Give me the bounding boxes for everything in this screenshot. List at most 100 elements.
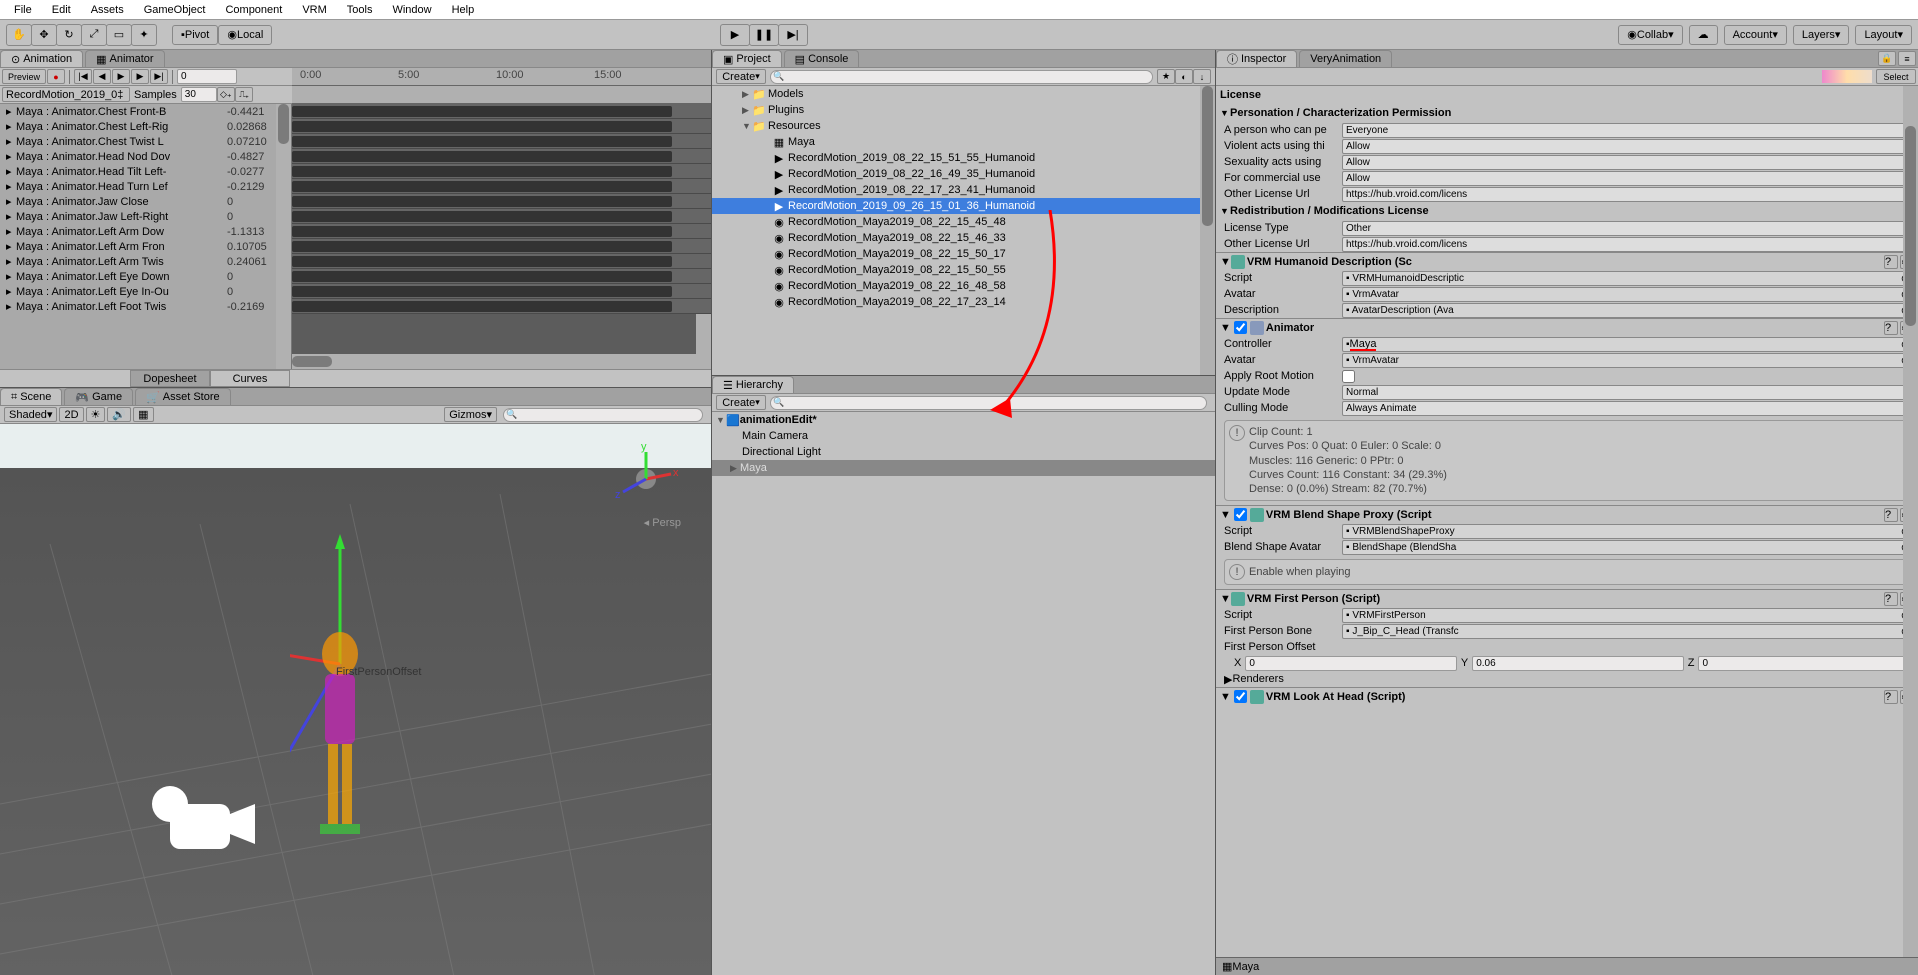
hand-tool[interactable]: ✋ [6,24,32,46]
lighting-toggle[interactable]: ☀ [86,407,106,422]
hier-create-dropdown[interactable]: Create ▾ [716,395,766,410]
hierarchy-tree[interactable]: ▼🟦 animationEdit* Main Camera Directiona… [712,412,1215,824]
offset-x[interactable] [1245,656,1457,671]
menu-assets[interactable]: Assets [81,2,134,18]
project-search[interactable] [770,70,1153,84]
layout-dropdown[interactable]: Layout ▾ [1855,25,1912,45]
prev-frame-button[interactable]: ◀ [93,69,111,84]
layers-dropdown[interactable]: Layers ▾ [1793,25,1850,45]
assetstore-tab[interactable]: 🛒 Asset Store [135,388,231,405]
menu-vrm[interactable]: VRM [292,2,336,18]
label-icon[interactable]: ◐ [1175,69,1193,84]
personation-header[interactable]: ▼Personation / Characterization Permissi… [1216,104,1918,122]
inspector-row[interactable]: Script▪ VRMHumanoidDescriptic⊙ [1216,270,1918,286]
firstperson-component[interactable]: ▼ VRM First Person (Script) ?⚙ [1216,589,1918,607]
inspector-row[interactable]: Other License Urlhttps://hub.vroid.com/l… [1216,236,1918,252]
inspector-row[interactable]: A person who can peEveryone [1216,122,1918,138]
inspector-row[interactable]: Avatar▪ VrmAvatar⊙ [1216,286,1918,302]
step-button[interactable]: ▶| [778,24,808,46]
anim-property[interactable]: ▸Maya : Animator.Chest Front-B-0.4421◇ [0,104,291,119]
blendshape-enable[interactable] [1234,508,1247,521]
animator-component[interactable]: ▼ Animator ?⚙ [1216,318,1918,336]
menu-window[interactable]: Window [382,2,441,18]
help-icon[interactable]: ? [1884,690,1898,704]
preview-button[interactable]: Preview [2,69,46,84]
dopesheet-tab[interactable]: Dopesheet [130,370,210,387]
timeline-ruler[interactable]: 0:005:0010:0015:00 [292,68,711,86]
scrollbar[interactable] [276,104,291,369]
inspector-tab[interactable]: ⓘ Inspector [1216,50,1297,67]
blendshape-component[interactable]: ▼ VRM Blend Shape Proxy (Script ?⚙ [1216,505,1918,523]
inspector-row[interactable]: Apply Root Motion [1216,368,1918,384]
menu-tools[interactable]: Tools [337,2,383,18]
project-item[interactable]: ◉RecordMotion_Maya2019_08_22_15_50_55 [712,262,1215,278]
help-icon[interactable]: ? [1884,592,1898,606]
inspector-row[interactable]: Description▪ AvatarDescription (Ava⊙ [1216,302,1918,318]
inspector-row[interactable]: For commercial useAllow [1216,170,1918,186]
clip-dropdown[interactable]: RecordMotion_2019_0‡ [2,87,130,102]
menu-component[interactable]: Component [215,2,292,18]
account-dropdown[interactable]: Account ▾ [1724,25,1787,45]
character-gizmo[interactable] [290,524,430,884]
hierarchy-item-selected[interactable]: ▶Maya [712,460,1215,476]
menu-help[interactable]: Help [442,2,485,18]
collab-button[interactable]: ◉ Collab ▾ [1618,25,1682,45]
next-frame-button[interactable]: ▶ [131,69,149,84]
menu-icon[interactable]: ≡ [1898,51,1916,66]
frame-field[interactable] [177,69,237,84]
project-item[interactable]: ▼📁Resources [712,118,1215,134]
animator-tab[interactable]: ▦ Animator [85,50,164,67]
scrollbar-h[interactable] [292,354,696,369]
project-item[interactable]: ▦Maya [712,134,1215,150]
cloud-button[interactable]: ☁ [1689,25,1718,45]
axis-gizmo[interactable]: x y z [611,444,681,514]
dopesheet-area[interactable] [292,104,711,369]
redist-header[interactable]: ▼Redistribution / Modifications License [1216,202,1918,220]
last-frame-button[interactable]: ▶| [150,69,168,84]
rotate-tool[interactable]: ↻ [56,24,82,46]
help-icon[interactable]: ? [1884,321,1898,335]
play-anim-button[interactable]: ▶ [112,69,130,84]
anim-property[interactable]: ▸Maya : Animator.Head Turn Lef-0.2129◇ [0,179,291,194]
inspector-row[interactable]: License TypeOther [1216,220,1918,236]
curves-tab[interactable]: Curves [210,370,290,387]
hierarchy-item[interactable]: Directional Light [712,444,1215,460]
inspector-row[interactable]: First Person Bone▪ J_Bip_C_Head (Transfc… [1216,623,1918,639]
pivot-toggle[interactable]: ▪ Pivot [172,25,218,45]
inspector-row[interactable]: Avatar▪ VrmAvatar⊙ [1216,352,1918,368]
anim-property[interactable]: ▸Maya : Animator.Chest Twist L0.07210◇ [0,134,291,149]
multi-tool[interactable]: ✦ [131,24,157,46]
project-item[interactable]: ▶RecordMotion_2019_08_22_17_23_41_Humano… [712,182,1215,198]
anim-property[interactable]: ▸Maya : Animator.Head Nod Dov-0.4827◇ [0,149,291,164]
project-item[interactable]: ▶📁Models [712,86,1215,102]
hierarchy-tab[interactable]: ☰ Hierarchy [712,376,794,393]
project-item[interactable]: ▶📁Plugins [712,102,1215,118]
inspector-row[interactable]: Update ModeNormal [1216,384,1918,400]
offset-z[interactable] [1698,656,1910,671]
create-dropdown[interactable]: Create ▾ [716,69,766,84]
animation-tab[interactable]: ⊙ Animation [0,50,83,67]
add-key-button[interactable]: ◇₊ [217,87,235,102]
anim-property[interactable]: ▸Maya : Animator.Left Foot Twis-0.2169◇ [0,299,291,314]
add-event-button[interactable]: ⎍₊ [235,87,253,102]
2d-toggle[interactable]: 2D [59,407,83,422]
anim-property[interactable]: ▸Maya : Animator.Jaw Left-Right0◇ [0,209,291,224]
inspector-row[interactable]: Controller▪ Maya⊙ [1216,336,1918,352]
pause-button[interactable]: ❚❚ [749,24,779,46]
anim-property[interactable]: ▸Maya : Animator.Left Arm Fron0.10705◇ [0,239,291,254]
vrm-humanoid-component[interactable]: ▼ VRM Humanoid Description (Sc ?⚙ [1216,252,1918,270]
anim-property[interactable]: ▸Maya : Animator.Left Eye In-Ou0◇ [0,284,291,299]
shaded-dropdown[interactable]: Shaded ▾ [4,407,57,422]
menu-gameobject[interactable]: GameObject [134,2,216,18]
animator-enable[interactable] [1234,321,1247,334]
anim-property[interactable]: ▸Maya : Animator.Jaw Close0◇ [0,194,291,209]
hierarchy-search[interactable] [770,396,1207,410]
move-tool[interactable]: ✥ [31,24,57,46]
game-tab[interactable]: 🎮 Game [64,388,133,405]
filter-icon[interactable]: ★ [1157,69,1175,84]
scene-search[interactable] [503,408,703,422]
project-item[interactable]: ◉RecordMotion_Maya2019_08_22_16_48_58 [712,278,1215,294]
gizmos-dropdown[interactable]: Gizmos ▾ [444,407,497,422]
project-item[interactable]: ▶RecordMotion_2019_08_22_15_51_55_Humano… [712,150,1215,166]
inspector-row[interactable]: Other License Urlhttps://hub.vroid.com/l… [1216,186,1918,202]
